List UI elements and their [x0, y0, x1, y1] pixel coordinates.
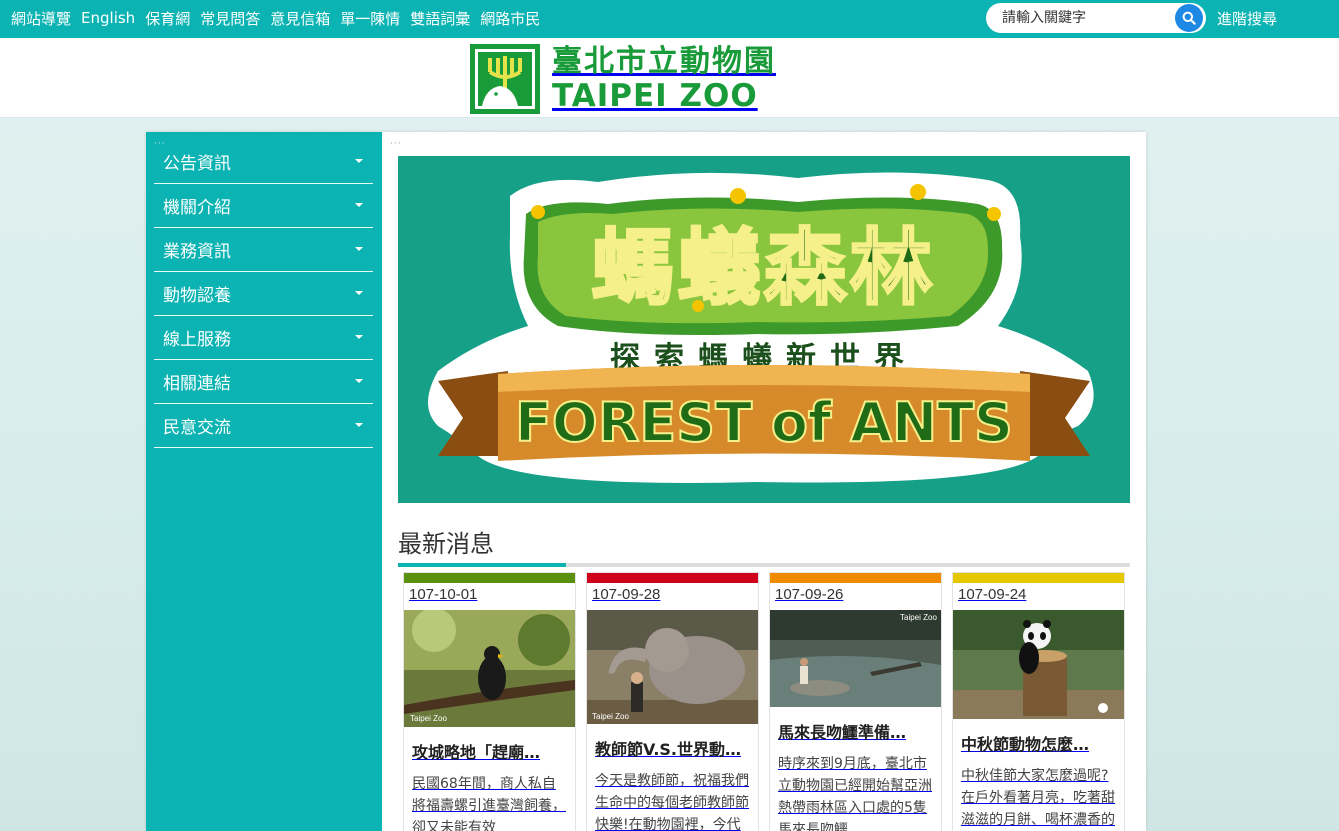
- topnav-conservation-link[interactable]: 保育網: [145, 8, 190, 29]
- sidebar-item-public-opinion[interactable]: 民意交流: [154, 404, 373, 448]
- panda-photo: [953, 610, 1124, 719]
- logo-chinese-name: 臺北市立動物園: [552, 44, 776, 79]
- sidebar-item-links[interactable]: 相關連結: [154, 360, 373, 404]
- photo-watermark: Taipei Zoo: [900, 613, 937, 622]
- card-excerpt: 今天是教師節，祝福我們生命中的每個老師教師節快樂!在動物園裡，今代就是我們: [595, 773, 749, 831]
- news-divider-active: [398, 563, 566, 567]
- search-box: [986, 3, 1206, 33]
- photo-watermark: Taipei Zoo: [410, 714, 447, 723]
- card-thumbnail: Taipei Zoo: [404, 610, 575, 727]
- topnav-glossary-link[interactable]: 雙語詞彙: [410, 8, 470, 29]
- news-card[interactable]: 107-09-24 中秋節動物怎麼… 中秋佳節大家怎麼過呢?在戶外看著月亮，吃著…: [952, 572, 1125, 831]
- news-card[interactable]: 107-09-28 Taipei Zoo 教師節V.S.世界動… 今天是教師節，…: [586, 572, 759, 831]
- sidebar-item-business[interactable]: 業務資訊: [154, 228, 373, 272]
- topnav-petition-link[interactable]: 單一陳情: [340, 8, 400, 29]
- news-card[interactable]: 107-09-26 Taipei Zoo 馬來長吻鱷準備… 時序來到9月底，臺北…: [769, 572, 942, 831]
- news-heading: 最新消息: [398, 530, 494, 558]
- elephant-photo: [587, 610, 758, 724]
- sidebar-item-label: 相關連結: [163, 374, 231, 394]
- advanced-search-link[interactable]: 進階搜尋: [1217, 8, 1277, 29]
- caret-down-icon: [355, 423, 363, 427]
- sidebar-item-label: 動物認養: [163, 286, 231, 306]
- site-logo[interactable]: 臺北市立動物園 TAIPEI ZOO: [470, 43, 822, 115]
- card-date: 107-10-01: [409, 586, 478, 603]
- sidebar: ··· 公告資訊 機關介紹 業務資訊 動物認養 線上服務 相關連結 民意交流: [146, 132, 382, 831]
- caret-down-icon: [355, 379, 363, 383]
- topnav-e-citizen-link[interactable]: 網路市民: [480, 8, 540, 29]
- card-excerpt: 時序來到9月底，臺北市立動物園已經開始幫亞洲熱帶雨林區入口處的5隻馬來長吻鱷: [778, 756, 932, 831]
- top-bar: 網站導覽 English 保育網 常見問答 意見信箱 單一陳情 雙語詞彙 網路市…: [0, 0, 1339, 38]
- card-date: 107-09-28: [592, 586, 661, 603]
- sidebar-item-about[interactable]: 機關介紹: [154, 184, 373, 228]
- news-card[interactable]: 107-10-01 Taipei Zoo 攻城略地「趕廟… 民國68年間，商人私…: [403, 572, 576, 831]
- zoo-logo-icon: [470, 44, 540, 114]
- caret-down-icon: [355, 247, 363, 251]
- sidebar-menu: 公告資訊 機關介紹 業務資訊 動物認養 線上服務 相關連結 民意交流: [154, 140, 373, 448]
- search-input[interactable]: [1002, 8, 1162, 28]
- card-color-bar: [953, 573, 1124, 583]
- sidebar-item-label: 線上服務: [163, 330, 231, 350]
- card-excerpt: 中秋佳節大家怎麼過呢?在戶外看著月亮，吃著甜滋滋的月餅、喝杯濃香的熱茶，再: [961, 768, 1115, 828]
- card-excerpt: 民國68年間，商人私自將福壽螺引進臺灣飼養，卻又未能有效: [412, 776, 566, 831]
- topnav-faq-link[interactable]: 常見問答: [200, 8, 260, 29]
- caret-down-icon: [355, 159, 363, 163]
- logo-english-name: TAIPEI ZOO: [552, 78, 758, 114]
- card-thumbnail: Taipei Zoo: [770, 610, 941, 707]
- sidebar-item-label: 公告資訊: [163, 154, 231, 174]
- banner-graphic: 螞蟻森林 探索螞蟻新世界 FOREST of ANTS: [398, 156, 1130, 503]
- card-title: 馬來長吻鱷準備…: [778, 723, 907, 742]
- site-header: 臺北市立動物園 TAIPEI ZOO: [0, 38, 1339, 118]
- banner-english-title: FOREST of ANTS: [515, 391, 1013, 454]
- accesskey-dots: ···: [390, 139, 402, 149]
- gharial-enclosure-photo: [770, 610, 941, 707]
- card-color-bar: [770, 573, 941, 583]
- sidebar-item-announcements[interactable]: 公告資訊: [154, 140, 373, 184]
- photo-watermark: Taipei Zoo: [592, 712, 629, 721]
- bird-photo: [404, 610, 575, 727]
- sidebar-item-label: 機關介紹: [163, 198, 231, 218]
- card-thumbnail: Taipei Zoo: [587, 610, 758, 724]
- top-nav: 網站導覽 English 保育網 常見問答 意見信箱 單一陳情 雙語詞彙 網路市…: [11, 0, 550, 36]
- card-color-bar: [404, 573, 575, 583]
- topnav-english-link[interactable]: English: [81, 9, 135, 27]
- caret-down-icon: [355, 335, 363, 339]
- sidebar-item-label: 業務資訊: [163, 242, 231, 262]
- card-date: 107-09-26: [775, 586, 844, 603]
- card-title: 中秋節動物怎麼…: [961, 735, 1090, 754]
- card-thumbnail: [953, 610, 1124, 719]
- topnav-feedback-link[interactable]: 意見信箱: [270, 8, 330, 29]
- card-title: 教師節V.S.世界動…: [595, 740, 742, 759]
- forest-of-ants-banner[interactable]: 螞蟻森林 探索螞蟻新世界 FOREST of ANTS: [398, 156, 1130, 503]
- magnifier-icon: [1182, 11, 1196, 25]
- card-color-bar: [587, 573, 758, 583]
- main-container: ··· 公告資訊 機關介紹 業務資訊 動物認養 線上服務 相關連結 民意交流 ·…: [146, 132, 1146, 831]
- sidebar-item-online-services[interactable]: 線上服務: [154, 316, 373, 360]
- card-title: 攻城略地「趕廟…: [412, 743, 541, 762]
- main-content: ··· 螞蟻森林 探索螞蟻新世界 FOREST of ANTS 最新消息 107…: [382, 132, 1146, 831]
- banner-title: 螞蟻森林: [592, 221, 936, 316]
- card-date: 107-09-24: [958, 586, 1027, 603]
- news-cards: 107-10-01 Taipei Zoo 攻城略地「趕廟… 民國68年間，商人私…: [403, 572, 1127, 831]
- news-divider: [398, 563, 1130, 567]
- search-button[interactable]: [1175, 4, 1203, 32]
- caret-down-icon: [355, 203, 363, 207]
- logo-text: 臺北市立動物園 TAIPEI ZOO: [552, 44, 776, 114]
- caret-down-icon: [355, 291, 363, 295]
- sidebar-item-label: 民意交流: [163, 418, 231, 438]
- sidebar-item-adoption[interactable]: 動物認養: [154, 272, 373, 316]
- topnav-sitemap-link[interactable]: 網站導覽: [11, 8, 71, 29]
